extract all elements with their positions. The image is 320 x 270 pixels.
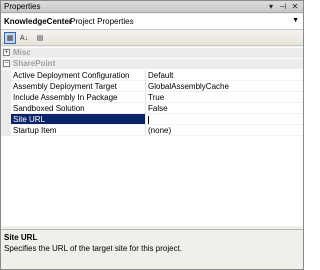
property-row[interactable]: Sandboxed Solution False xyxy=(1,103,303,114)
property-value[interactable]: False xyxy=(146,103,303,114)
object-type: Project Properties xyxy=(70,17,134,26)
property-name: Sandboxed Solution xyxy=(11,103,146,114)
properties-window: Properties ▾ ⊣ ✕ KnowledgeCenter Project… xyxy=(0,0,304,270)
category-label: SharePoint xyxy=(13,59,56,68)
property-row[interactable]: Startup Item (none) xyxy=(1,125,303,136)
object-name: KnowledgeCenter xyxy=(4,17,73,26)
toolbar: ▦ A↓ ▤ xyxy=(1,31,303,46)
property-value[interactable]: Default xyxy=(146,70,303,81)
category-sharepoint[interactable]: − SharePoint xyxy=(1,59,303,69)
property-pages-icon[interactable]: ▤ xyxy=(34,32,46,44)
text-caret xyxy=(148,115,149,124)
title-bar: Properties ▾ ⊣ ✕ xyxy=(1,1,303,13)
property-row[interactable]: Include Assembly In Package True xyxy=(1,92,303,103)
property-name: Site URL xyxy=(11,114,146,125)
description-panel: Site URL Specifies the URL of the target… xyxy=(1,229,303,269)
property-name: Include Assembly In Package xyxy=(11,92,146,103)
close-icon[interactable]: ✕ xyxy=(291,2,299,12)
pin-icon[interactable]: ▾ xyxy=(267,2,275,12)
chevron-down-icon[interactable]: ▼ xyxy=(292,17,299,24)
property-row[interactable]: Active Deployment Configuration Default xyxy=(1,70,303,81)
property-value[interactable]: True xyxy=(146,92,303,103)
title-bar-icons: ▾ ⊣ ✕ xyxy=(267,2,299,12)
auto-hide-icon[interactable]: ⊣ xyxy=(279,2,287,12)
collapse-icon[interactable]: − xyxy=(3,60,10,67)
alphabetical-icon[interactable]: A↓ xyxy=(18,32,30,44)
category-label: Misc xyxy=(13,48,31,57)
property-name: Startup Item xyxy=(11,125,146,136)
property-value[interactable]: (none) xyxy=(146,125,303,136)
property-name: Assembly Deployment Target xyxy=(11,81,146,92)
window-title: Properties xyxy=(4,2,41,11)
property-name: Active Deployment Configuration xyxy=(11,70,146,81)
property-row[interactable]: Assembly Deployment Target GlobalAssembl… xyxy=(1,81,303,92)
property-grid: + Misc − SharePoint Active Deployment Co… xyxy=(1,47,303,226)
object-selector[interactable]: KnowledgeCenter Project Properties ▼ xyxy=(1,14,303,30)
category-misc[interactable]: + Misc xyxy=(1,48,303,58)
property-row-site-url[interactable]: Site URL xyxy=(1,114,303,125)
description-text: Specifies the URL of the target site for… xyxy=(4,244,183,253)
description-title: Site URL xyxy=(4,233,38,242)
expand-icon[interactable]: + xyxy=(3,49,10,56)
categorized-icon[interactable]: ▦ xyxy=(4,32,16,44)
site-url-input[interactable] xyxy=(146,114,303,125)
property-value[interactable]: GlobalAssemblyCache xyxy=(146,81,303,92)
